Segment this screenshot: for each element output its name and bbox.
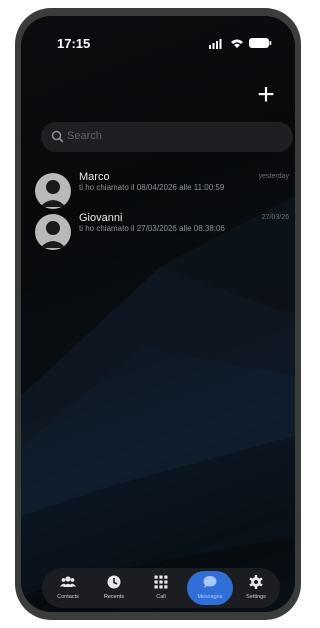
people-icon — [60, 576, 76, 587]
add-conversation-button[interactable]: + — [253, 80, 279, 110]
clock-icon — [107, 575, 121, 589]
tab-label: Call — [156, 594, 166, 600]
tab-messages[interactable]: Messages — [187, 568, 233, 608]
gear-icon — [249, 575, 263, 589]
status-indicators-icon — [209, 38, 272, 49]
conversation-item[interactable]: Giovanni ti ho chiamato il 27/03/2026 al… — [35, 212, 293, 252]
conversation-name: Marco — [79, 171, 110, 183]
tab-label: Contacts — [57, 594, 79, 600]
tab-recents[interactable]: Recents — [91, 568, 137, 608]
conversation-date: yesterday — [258, 173, 289, 180]
conversation-preview: ti ho chiamato il 27/03/2026 alle 08:38:… — [79, 224, 225, 233]
phone-screen: 17:15 + Search Marco ti ho chiamato il 0… — [21, 16, 295, 612]
search-bar[interactable]: Search — [41, 122, 293, 152]
status-bar: 17:15 — [21, 16, 295, 56]
conversation-date: 27/03/26 — [261, 214, 289, 221]
bottom-tab-bar: Contacts Recents Call Messages Settings — [42, 568, 280, 608]
dialpad-icon — [154, 575, 168, 589]
avatar — [35, 173, 71, 209]
search-placeholder: Search — [67, 130, 102, 142]
conversation-item[interactable]: Marco ti ho chiamato il 08/04/2026 alle … — [35, 171, 293, 211]
tab-call[interactable]: Call — [138, 568, 184, 608]
conversation-preview: ti ho chiamato il 08/04/2026 alle 11:00:… — [79, 183, 225, 192]
chat-bubble-icon — [203, 576, 217, 588]
person-icon — [40, 221, 66, 248]
person-icon — [40, 180, 66, 207]
avatar — [35, 214, 71, 250]
tab-settings[interactable]: Settings — [233, 568, 279, 608]
search-icon — [51, 130, 64, 143]
tab-label: Settings — [246, 594, 266, 600]
conversation-name: Giovanni — [79, 212, 123, 224]
status-time: 17:15 — [57, 36, 91, 51]
tab-contacts[interactable]: Contacts — [45, 568, 91, 608]
tab-label: Messages — [197, 594, 223, 600]
tab-label: Recents — [103, 594, 125, 600]
